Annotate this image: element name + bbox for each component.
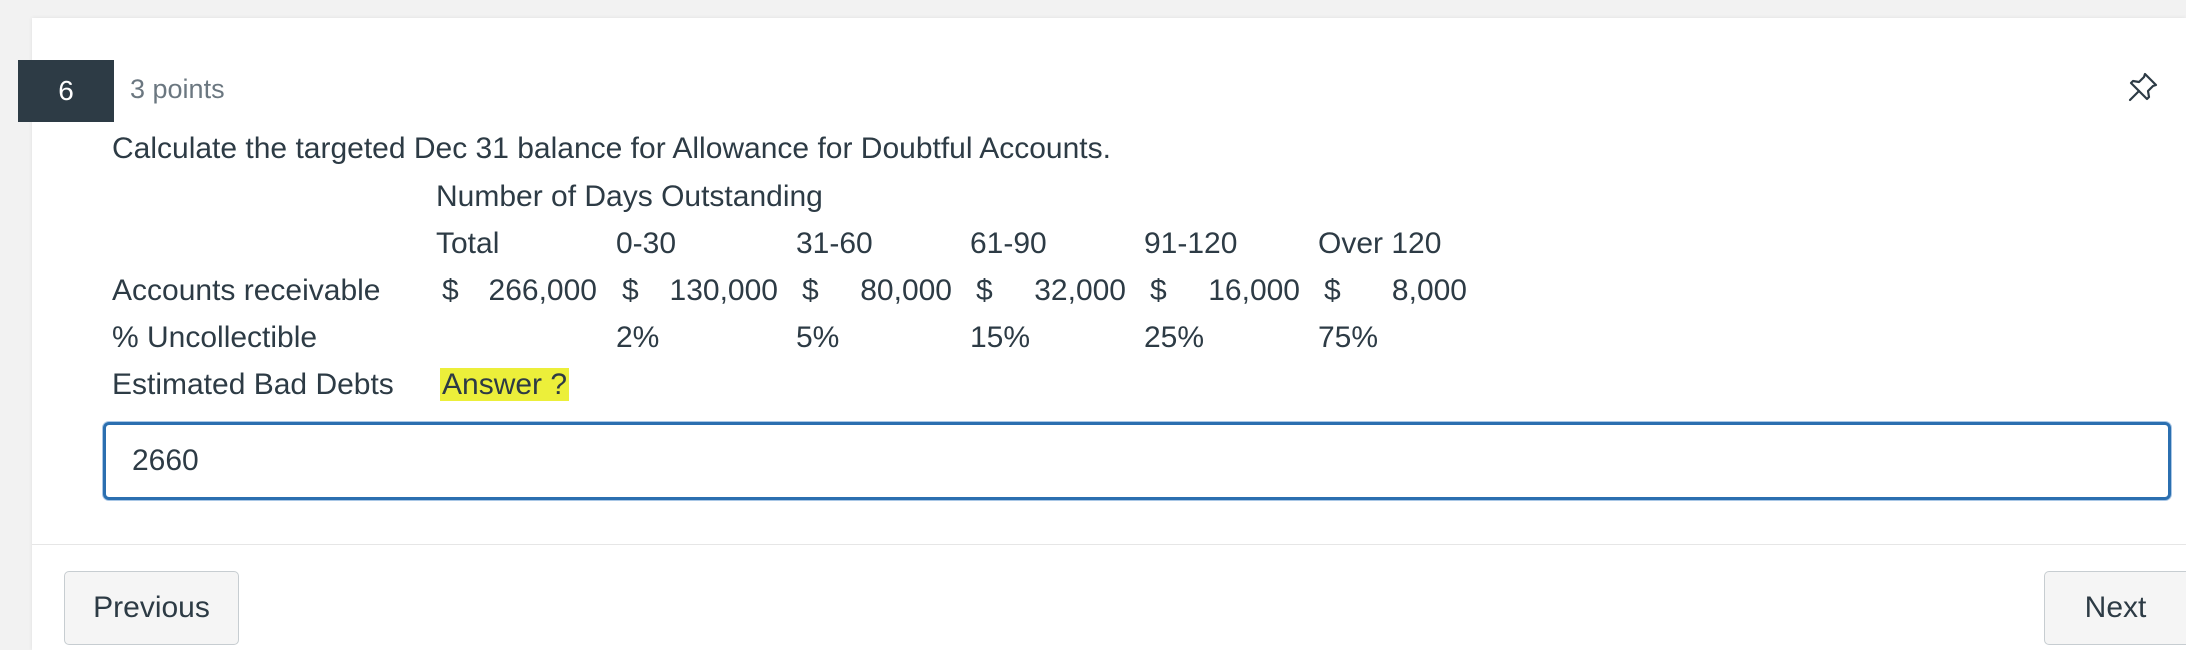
column-header-0-30: 0-30 xyxy=(616,227,677,260)
question-number: 6 xyxy=(18,60,114,122)
uncollectible-61-90: 15% xyxy=(970,321,1031,354)
question-points: 3 points xyxy=(130,74,225,104)
footer-divider xyxy=(32,544,2186,545)
row-label-bad-debts: Estimated Bad Debts xyxy=(112,368,394,401)
uncollectible-over-120: 75% xyxy=(1318,321,1379,354)
column-header-over-120: Over 120 xyxy=(1318,227,1442,260)
currency-symbol: $ xyxy=(622,274,639,307)
quiz-page: 6 3 points Calculate the targeted Dec 31… xyxy=(0,0,2186,650)
question-prompt: Calculate the targeted Dec 31 balance fo… xyxy=(112,132,1111,165)
ar-value: 8,000 xyxy=(1391,274,1467,307)
ar-0-30: $ 130,000 xyxy=(622,273,778,309)
ar-over-120: $ 8,000 xyxy=(1324,273,1467,309)
column-header-61-90: 61-90 xyxy=(970,227,1047,260)
ar-value: 32,000 xyxy=(1034,274,1126,307)
highlighted-answer-text: Answer ? xyxy=(440,368,570,401)
ar-total: $ 266,000 xyxy=(442,273,597,309)
table-group-header: Number of Days Outstanding xyxy=(436,180,823,213)
currency-symbol: $ xyxy=(802,274,819,307)
ar-value: 266,000 xyxy=(488,274,597,307)
ar-61-90: $ 32,000 xyxy=(976,273,1126,309)
currency-symbol: $ xyxy=(442,274,459,307)
row-label-uncollectible: % Uncollectible xyxy=(112,321,318,354)
answer-input[interactable] xyxy=(103,422,2171,500)
uncollectible-0-30: 2% xyxy=(616,321,660,354)
column-header-91-120: 91-120 xyxy=(1144,227,1238,260)
ar-value: 130,000 xyxy=(669,274,778,307)
previous-button[interactable]: Previous xyxy=(64,571,239,645)
uncollectible-91-120: 25% xyxy=(1144,321,1205,354)
next-button[interactable]: Next xyxy=(2044,571,2186,645)
ar-value: 80,000 xyxy=(860,274,952,307)
currency-symbol: $ xyxy=(1150,274,1167,307)
currency-symbol: $ xyxy=(1324,274,1341,307)
currency-symbol: $ xyxy=(976,274,993,307)
row-label-accounts-receivable: Accounts receivable xyxy=(112,274,381,307)
column-header-31-60: 31-60 xyxy=(796,227,873,260)
uncollectible-31-60: 5% xyxy=(796,321,840,354)
ar-91-120: $ 16,000 xyxy=(1150,273,1300,309)
ar-31-60: $ 80,000 xyxy=(802,273,952,309)
ar-value: 16,000 xyxy=(1208,274,1300,307)
column-header-total: Total xyxy=(436,227,500,260)
question-card xyxy=(32,18,2186,650)
pin-icon[interactable] xyxy=(2126,70,2160,104)
answer-placeholder-label: Answer ? xyxy=(440,367,570,403)
